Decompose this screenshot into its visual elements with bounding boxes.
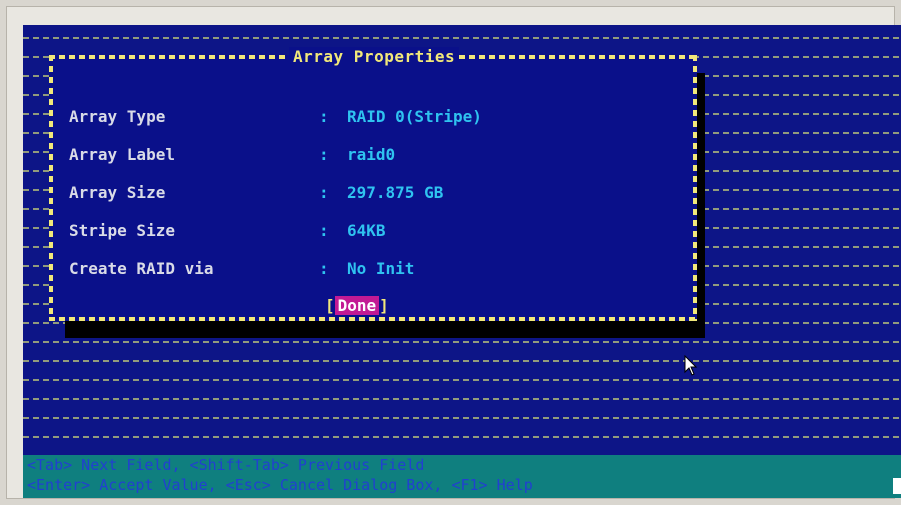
row-value[interactable]: No Init <box>347 259 414 278</box>
bios-screen: Array Properties Array Type : RAID 0(Str… <box>23 25 901 498</box>
row-label: Stripe Size <box>69 221 175 240</box>
row-colon: : <box>319 221 329 240</box>
bracket-open: [ <box>325 296 335 315</box>
row-value[interactable]: raid0 <box>347 145 395 164</box>
mouse-pointer-icon <box>684 355 698 376</box>
row-colon: : <box>319 259 329 278</box>
window-frame: Array Properties Array Type : RAID 0(Str… <box>6 6 901 499</box>
row-label: Create RAID via <box>69 259 214 278</box>
row-colon: : <box>319 107 329 126</box>
row-colon: : <box>319 145 329 164</box>
text-cursor <box>893 478 901 494</box>
help-line-1: <Tab> Next Field, <Shift-Tab> Previous F… <box>27 456 425 474</box>
row-label: Array Type <box>69 107 166 126</box>
dialog-border-left <box>49 55 53 321</box>
array-properties-dialog: Array Properties Array Type : RAID 0(Str… <box>49 47 697 321</box>
help-line-2: <Enter> Accept Value, <Esc> Cancel Dialo… <box>27 476 533 494</box>
bracket-close: ] <box>379 296 389 315</box>
done-button-wrap: [Done] <box>325 296 389 315</box>
row-value[interactable]: RAID 0(Stripe) <box>347 107 482 126</box>
row-colon: : <box>319 183 329 202</box>
row-value[interactable]: 64KB <box>347 221 386 240</box>
row-label: Array Label <box>69 145 175 164</box>
row-value[interactable]: 297.875 GB <box>347 183 443 202</box>
done-button[interactable]: Done <box>334 296 380 315</box>
row-label: Array Size <box>69 183 166 202</box>
dialog-border-right <box>693 55 697 321</box>
dialog-title: Array Properties <box>289 47 460 66</box>
dialog-border-bottom <box>49 317 697 321</box>
help-bar: <Tab> Next Field, <Shift-Tab> Previous F… <box>23 455 901 498</box>
